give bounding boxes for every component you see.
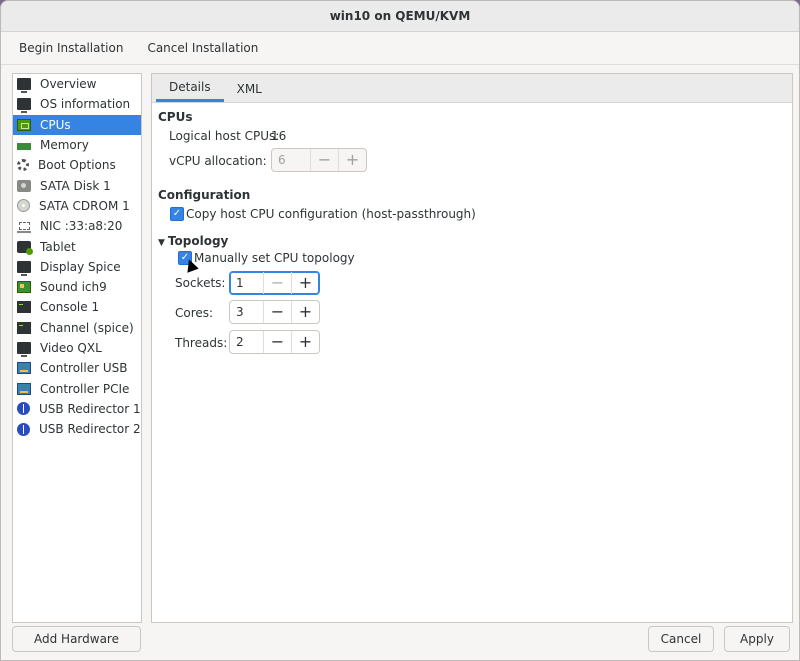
sidebar-item-label: Video QXL [40,341,102,355]
sidebar-item-label: Tablet [40,239,76,254]
sidebar-item-label: OS information [40,97,131,112]
terminal-icon [17,321,31,334]
tab-xml[interactable]: XML [224,76,275,102]
cores-decrement-button[interactable]: − [263,301,291,323]
sidebar-item-os-information[interactable]: OS information [13,94,141,114]
sidebar-item-memory[interactable]: Memory [13,135,141,155]
vcpu-allocation-value: 6 [278,153,286,167]
sidebar-item-label: Overview [40,77,97,92]
sidebar-item-label: Controller USB [40,361,128,376]
apply-button[interactable]: Apply [724,626,790,652]
sidebar-item-label: SATA CDROM 1 [39,198,130,213]
copy-host-label[interactable]: Copy host CPU configuration (host-passth… [186,207,476,221]
sidebar-item-label: USB Redirector 2 [39,422,141,437]
usb-icon [17,402,30,416]
monitor-icon [17,260,31,276]
pci-card-icon [17,382,31,395]
sound-card-icon [17,281,31,294]
vcpu-allocation-spinner[interactable]: 6 − + [271,148,367,172]
sidebar-item-boot-options[interactable]: Boot Options [13,155,141,175]
vcpu-decrement-button[interactable]: − [310,149,338,171]
hardware-list: Overview OS information CPUs Memory Boot Opt… [12,73,142,623]
details-panel: Details XML CPUs Logical host CPUs: 16 v… [151,73,793,623]
terminal-icon [17,301,31,314]
gear-icon [17,159,29,172]
sidebar-item-label: Channel (spice) [40,320,134,335]
sidebar-item-label: SATA Disk 1 [40,178,111,193]
cores-spinner[interactable]: 3 − + [229,300,320,324]
sidebar-item-label: Controller PCIe [40,381,130,396]
begin-installation-button[interactable]: Begin Installation [7,37,135,59]
sidebar-item-label: CPUs [40,117,71,132]
sidebar-item-usb-redirector-1[interactable]: USB Redirector 1 [13,399,141,419]
vcpu-increment-button[interactable]: + [338,149,366,171]
sidebar-item-overview[interactable]: Overview [13,74,141,94]
cores-label: Cores: [175,306,214,320]
sidebar-item-channel-spice[interactable]: Channel (spice) [13,318,141,338]
sidebar-item-display-spice[interactable]: Display Spice [13,257,141,277]
pci-card-icon [17,362,31,375]
sidebar-item-sata-cdrom-1[interactable]: SATA CDROM 1 [13,196,141,216]
threads-spinner[interactable]: 2 − + [229,330,320,354]
topology-expander[interactable]: ▼ Topology [158,234,228,248]
toolbar: Begin Installation Cancel Installation [1,32,799,65]
cancel-button[interactable]: Cancel [648,626,714,652]
logical-host-cpus-value: 16 [271,129,287,143]
sockets-label: Sockets: [175,276,226,290]
sidebar-item-console-1[interactable]: Console 1 [13,297,141,317]
sidebar-item-usb-redirector-2[interactable]: USB Redirector 2 [13,419,141,439]
sidebar-item-sata-disk-1[interactable]: SATA Disk 1 [13,175,141,195]
sockets-value: 1 [236,276,244,290]
sidebar-item-tablet[interactable]: Tablet [13,236,141,256]
sockets-decrement-button[interactable]: − [263,272,291,294]
sidebar-item-label: Sound ich9 [40,280,107,295]
sidebar-item-sound-ich9[interactable]: Sound ich9 [13,277,141,297]
cpus-section-title: CPUs [158,110,193,124]
sidebar-item-label: Memory [40,138,89,153]
disk-icon [17,179,31,192]
monitor-icon [17,78,31,94]
threads-increment-button[interactable]: + [291,331,319,353]
add-hardware-button[interactable]: Add Hardware [12,626,141,652]
sockets-spinner[interactable]: 1 − + [229,271,320,295]
sidebar-item-cpus[interactable]: CPUs [13,114,141,135]
sidebar-item-label: Display Spice [40,259,121,274]
monitor-icon [17,342,31,357]
vm-details-window: win10 on QEMU/KVM Begin Installation Can… [0,0,800,661]
copy-host-checkbox[interactable]: ✓ [170,207,184,221]
threads-value: 2 [236,335,244,349]
sidebar-item-label: NIC :33:a8:20 [40,219,123,234]
cores-value: 3 [236,305,244,319]
expander-triangle-icon: ▼ [158,238,165,248]
network-icon [17,219,31,234]
cancel-installation-button[interactable]: Cancel Installation [135,37,270,59]
monitor-icon [17,98,31,114]
tablet-icon [17,240,33,255]
memory-icon [17,143,31,151]
cpu-chip-icon [17,118,31,131]
usb-icon [17,422,30,436]
manual-topology-label[interactable]: Manually set CPU topology [194,251,355,265]
tab-details[interactable]: Details [156,76,224,102]
tab-bar: Details XML [152,74,792,103]
sidebar-item-label: USB Redirector 1 [39,401,141,416]
sidebar-item-nic-33-a8-20[interactable]: NIC :33:a8:20 [13,216,141,236]
threads-label: Threads: [175,336,228,350]
sockets-increment-button[interactable]: + [291,272,319,294]
logical-host-cpus-label: Logical host CPUs: [169,129,280,143]
sidebar-item-controller-pcie[interactable]: Controller PCIe [13,378,141,398]
sidebar-item-controller-usb[interactable]: Controller USB [13,358,141,378]
threads-decrement-button[interactable]: − [263,331,291,353]
cores-increment-button[interactable]: + [291,301,319,323]
sidebar-item-label: Console 1 [40,300,100,315]
window-titlebar[interactable]: win10 on QEMU/KVM [1,1,799,32]
cdrom-icon [17,199,30,213]
topology-section-title: Topology [167,234,229,248]
configuration-section-title: Configuration [158,188,251,202]
cpu-details: CPUs Logical host CPUs: 16 vCPU allocati… [158,102,792,622]
window-title: win10 on QEMU/KVM [329,9,471,23]
sidebar-item-label: Boot Options [38,158,116,173]
sidebar-item-video-qxl[interactable]: Video QXL [13,338,141,358]
vcpu-allocation-label: vCPU allocation: [169,154,267,168]
